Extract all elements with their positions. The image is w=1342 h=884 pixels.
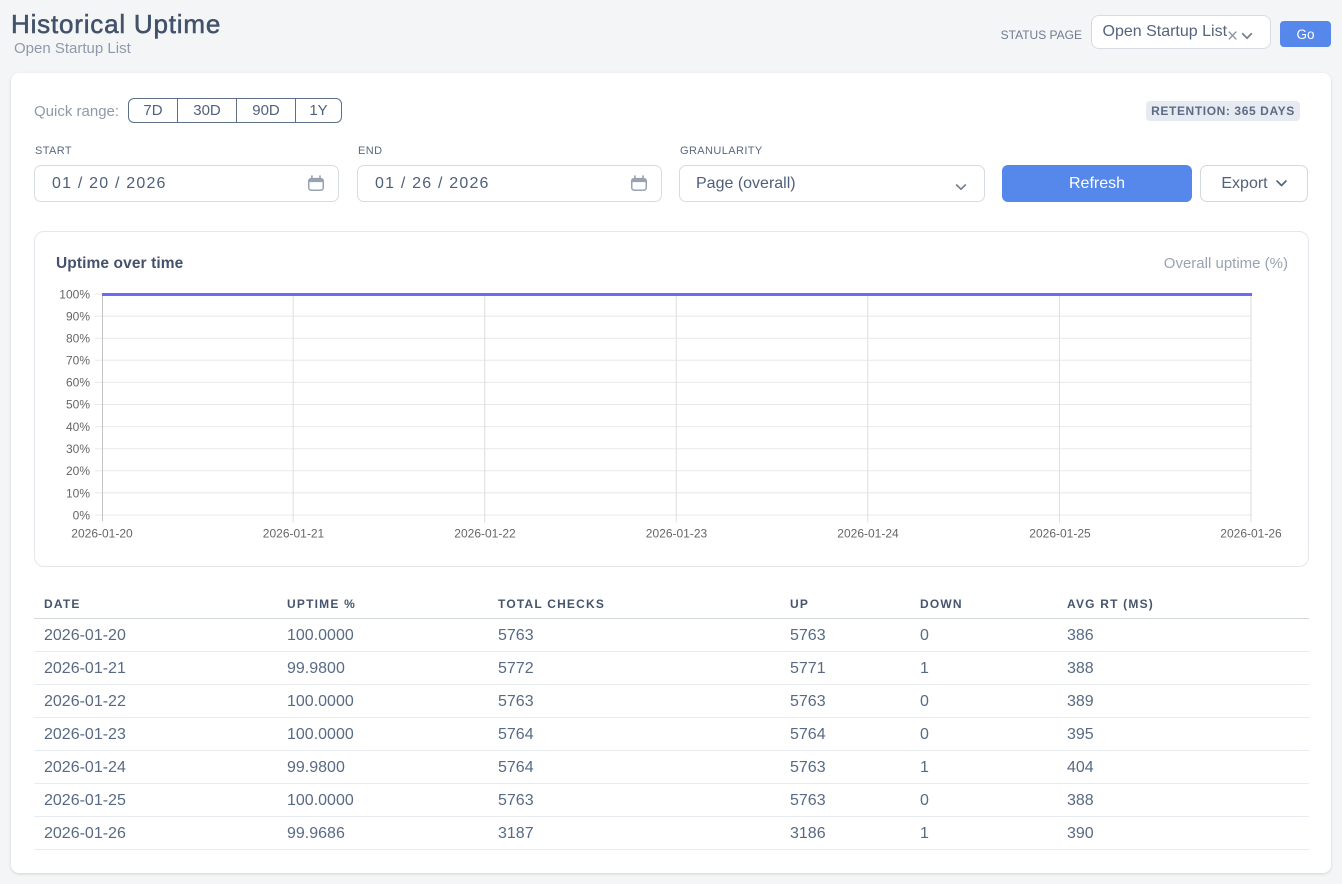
svg-text:10%: 10% bbox=[66, 487, 90, 501]
svg-text:90%: 90% bbox=[66, 310, 90, 324]
svg-text:60%: 60% bbox=[66, 376, 90, 390]
svg-text:20%: 20% bbox=[66, 464, 90, 478]
svg-text:80%: 80% bbox=[66, 332, 90, 346]
svg-text:2026-01-24: 2026-01-24 bbox=[837, 527, 899, 541]
svg-text:100%: 100% bbox=[59, 288, 90, 302]
svg-text:40%: 40% bbox=[66, 420, 90, 434]
svg-text:2026-01-20: 2026-01-20 bbox=[71, 527, 133, 541]
svg-text:2026-01-26: 2026-01-26 bbox=[1220, 527, 1282, 541]
svg-text:2026-01-23: 2026-01-23 bbox=[646, 527, 708, 541]
svg-text:2026-01-21: 2026-01-21 bbox=[263, 527, 325, 541]
svg-text:30%: 30% bbox=[66, 442, 90, 456]
svg-text:70%: 70% bbox=[66, 354, 90, 368]
svg-text:2026-01-25: 2026-01-25 bbox=[1029, 527, 1091, 541]
svg-text:0%: 0% bbox=[73, 509, 91, 523]
svg-text:2026-01-22: 2026-01-22 bbox=[454, 527, 516, 541]
svg-text:50%: 50% bbox=[66, 398, 90, 412]
